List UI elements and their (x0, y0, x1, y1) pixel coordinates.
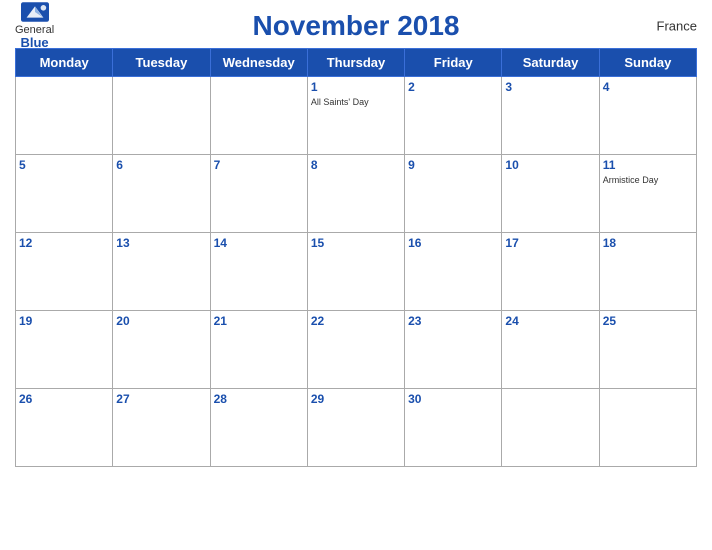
day-number: 22 (311, 313, 401, 330)
day-number: 15 (311, 235, 401, 252)
calendar-cell: 8 (307, 155, 404, 233)
calendar-week-row: 12 13 14 15 16 17 18 (16, 233, 697, 311)
calendar-body: 1All Saints' Day234567891011Armistice Da… (16, 77, 697, 467)
calendar-cell: 4 (599, 77, 696, 155)
calendar-header: General Blue November 2018 France (15, 10, 697, 42)
country-label: France (657, 19, 697, 34)
day-number: 5 (19, 157, 109, 174)
logo-blue-text: Blue (20, 36, 48, 50)
day-number: 23 (408, 313, 498, 330)
calendar-cell (502, 389, 599, 467)
day-number: 30 (408, 391, 498, 408)
header-saturday: Saturday (502, 49, 599, 77)
logo-icon (21, 2, 49, 22)
month-title: November 2018 (252, 10, 459, 42)
day-number: 14 (214, 235, 304, 252)
day-number: 18 (603, 235, 693, 252)
calendar-cell: 29 (307, 389, 404, 467)
calendar-cell: 26 (16, 389, 113, 467)
day-number: 12 (19, 235, 109, 252)
header-tuesday: Tuesday (113, 49, 210, 77)
calendar-cell: 5 (16, 155, 113, 233)
calendar-cell: 11Armistice Day (599, 155, 696, 233)
holiday-name: Armistice Day (603, 175, 693, 187)
calendar-week-row: 26 27 28 29 30 (16, 389, 697, 467)
calendar-cell: 10 (502, 155, 599, 233)
calendar-cell: 20 (113, 311, 210, 389)
header-wednesday: Wednesday (210, 49, 307, 77)
calendar-cell: 22 (307, 311, 404, 389)
calendar-cell: 7 (210, 155, 307, 233)
day-number: 2 (408, 79, 498, 96)
calendar-container: General Blue November 2018 France Monday… (0, 0, 712, 550)
day-number: 16 (408, 235, 498, 252)
day-number: 27 (116, 391, 206, 408)
calendar-cell (599, 389, 696, 467)
weekday-header-row: Monday Tuesday Wednesday Thursday Friday… (16, 49, 697, 77)
calendar-cell: 25 (599, 311, 696, 389)
day-number: 25 (603, 313, 693, 330)
day-number: 24 (505, 313, 595, 330)
header-sunday: Sunday (599, 49, 696, 77)
calendar-cell (16, 77, 113, 155)
day-number: 10 (505, 157, 595, 174)
calendar-cell: 12 (16, 233, 113, 311)
day-number: 29 (311, 391, 401, 408)
calendar-cell: 19 (16, 311, 113, 389)
calendar-cell: 30 (405, 389, 502, 467)
calendar-cell: 17 (502, 233, 599, 311)
holiday-name: All Saints' Day (311, 97, 401, 109)
calendar-cell: 14 (210, 233, 307, 311)
calendar-week-row: 1All Saints' Day234 (16, 77, 697, 155)
day-number: 1 (311, 79, 401, 96)
calendar-cell: 27 (113, 389, 210, 467)
day-number: 19 (19, 313, 109, 330)
calendar-cell: 23 (405, 311, 502, 389)
day-number: 21 (214, 313, 304, 330)
calendar-cell: 28 (210, 389, 307, 467)
header-friday: Friday (405, 49, 502, 77)
calendar-cell (113, 77, 210, 155)
day-number: 13 (116, 235, 206, 252)
day-number: 4 (603, 79, 693, 96)
calendar-cell: 3 (502, 77, 599, 155)
calendar-cell: 13 (113, 233, 210, 311)
calendar-cell: 16 (405, 233, 502, 311)
calendar-cell: 15 (307, 233, 404, 311)
header-monday: Monday (16, 49, 113, 77)
calendar-cell: 9 (405, 155, 502, 233)
day-number: 20 (116, 313, 206, 330)
header-thursday: Thursday (307, 49, 404, 77)
calendar-cell: 21 (210, 311, 307, 389)
calendar-cell: 24 (502, 311, 599, 389)
calendar-week-row: 567891011Armistice Day (16, 155, 697, 233)
day-number: 11 (603, 157, 693, 174)
day-number: 26 (19, 391, 109, 408)
day-number: 6 (116, 157, 206, 174)
day-number: 7 (214, 157, 304, 174)
calendar-table: Monday Tuesday Wednesday Thursday Friday… (15, 48, 697, 467)
calendar-cell: 1All Saints' Day (307, 77, 404, 155)
day-number: 3 (505, 79, 595, 96)
calendar-cell (210, 77, 307, 155)
calendar-week-row: 19 20 21 22 23 24 25 (16, 311, 697, 389)
day-number: 8 (311, 157, 401, 174)
day-number: 17 (505, 235, 595, 252)
day-number: 28 (214, 391, 304, 408)
day-number: 9 (408, 157, 498, 174)
logo: General Blue (15, 2, 54, 50)
calendar-cell: 18 (599, 233, 696, 311)
calendar-cell: 2 (405, 77, 502, 155)
calendar-cell: 6 (113, 155, 210, 233)
